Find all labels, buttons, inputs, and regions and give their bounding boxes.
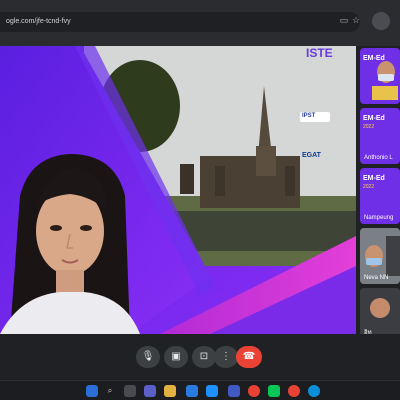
task-view-icon[interactable]: [124, 385, 136, 397]
self-video-feed: [0, 154, 140, 334]
slide-logo-top: ISTE: [278, 46, 356, 62]
address-bar[interactable]: ogle.com/jfe-tcnd-fvy: [0, 12, 360, 32]
store-icon[interactable]: [186, 385, 198, 397]
brand-logo-ipst: IPST: [300, 112, 330, 122]
participant-tile[interactable]: EM-Ed 2022 Anthonio L: [360, 108, 400, 164]
avatar: [370, 298, 390, 318]
meeting-controls: 🎙 ▣ ⊡ ⋮ ☎: [0, 334, 400, 380]
photos-icon[interactable]: [228, 385, 240, 397]
camera-icon[interactable]: ▭: [338, 14, 350, 26]
url-text: ogle.com/jfe-tcnd-fvy: [6, 18, 71, 25]
browser-toolbar: ogle.com/jfe-tcnd-fvy ▭ ☆: [0, 0, 400, 46]
self-video-tile: [0, 46, 210, 334]
brand-logo-egat: EGAT: [302, 152, 332, 162]
participant-name: Anthonio L: [364, 155, 393, 161]
hang-up-icon[interactable]: ☎: [236, 346, 262, 368]
video-camera-icon[interactable]: ▣: [164, 346, 188, 368]
edge-icon[interactable]: [308, 385, 320, 397]
file-explorer-icon[interactable]: [164, 385, 176, 397]
participant-video: [372, 61, 398, 100]
windows-start-icon[interactable]: [86, 385, 98, 397]
os-taskbar: ⌕: [0, 380, 400, 400]
microphone-icon[interactable]: 🎙: [136, 346, 160, 368]
profile-icon[interactable]: [372, 12, 390, 30]
chrome-icon[interactable]: [288, 385, 300, 397]
chrome-icon[interactable]: [248, 385, 260, 397]
participant-tile[interactable]: EM-Ed: [360, 48, 400, 104]
participant-tile[interactable]: อิท: [360, 288, 400, 340]
egat-logo-text: EGAT: [302, 152, 321, 159]
present-screen-icon[interactable]: ⊡: [192, 346, 216, 368]
event-year: 2022: [363, 184, 375, 190]
bookmark-star-icon[interactable]: ☆: [350, 14, 362, 26]
mail-icon[interactable]: [206, 385, 218, 397]
more-options-icon[interactable]: ⋮: [214, 346, 238, 368]
line-icon[interactable]: [268, 385, 280, 397]
search-icon[interactable]: ⌕: [104, 385, 116, 397]
participant-name: Neva NN: [364, 275, 389, 281]
ipst-logo-text: IPST: [302, 113, 316, 119]
event-year: 2022: [363, 124, 375, 130]
event-badge: EM-Ed: [363, 175, 385, 182]
participant-name: Nampeung: [364, 215, 394, 221]
participant-tile[interactable]: EM-Ed 2022 Nampeung: [360, 168, 400, 224]
event-badge: EM-Ed: [363, 115, 385, 122]
iste-logo-text: ISTE: [306, 46, 333, 60]
teams-icon[interactable]: [144, 385, 156, 397]
participants-rail: EM-Ed EM-Ed 2022 Anthonio L EM-Ed 2022 N…: [360, 46, 400, 346]
participant-tile[interactable]: Neva NN: [360, 228, 400, 284]
